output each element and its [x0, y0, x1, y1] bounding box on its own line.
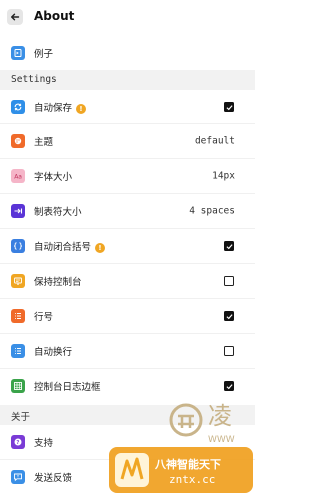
checkmark-icon	[225, 383, 233, 389]
brackets-icon	[11, 239, 25, 253]
sync-icon	[11, 100, 25, 114]
list-item-label: 例子	[34, 49, 54, 60]
line-numbers-checkbox[interactable]	[224, 311, 234, 321]
word-wrap-checkbox[interactable]	[224, 346, 234, 356]
setting-line-numbers[interactable]: 行号	[0, 299, 255, 333]
tab-icon	[11, 204, 25, 218]
about-label: 发送反馈	[34, 473, 73, 484]
tab-size-value[interactable]: 4 spaces	[189, 206, 235, 217]
back-button[interactable]	[7, 9, 23, 25]
setting-autosave[interactable]: 自动保存!	[0, 90, 255, 124]
setting-theme[interactable]: 主题 default	[0, 124, 255, 158]
about-label: 支持	[34, 438, 54, 449]
font-size-value[interactable]: 14px	[212, 171, 235, 182]
theme-value[interactable]: default	[195, 136, 235, 147]
watermark-logo	[115, 453, 149, 487]
palette-icon	[11, 134, 25, 148]
font-size-icon: Aa	[11, 169, 25, 183]
setting-word-wrap[interactable]: 自动换行	[0, 334, 255, 368]
app-header: About	[0, 0, 255, 34]
feedback-icon	[11, 470, 25, 484]
info-icon[interactable]: !	[95, 242, 106, 253]
svg-text:WWW: WWW	[208, 435, 235, 445]
section-title: Settings	[11, 74, 57, 85]
watermark-seal: 凌 WWW	[168, 394, 240, 446]
svg-text:?: ?	[16, 440, 19, 446]
help-icon: ?	[11, 435, 25, 449]
setting-tab-size[interactable]: 制表符大小 4 spaces	[0, 194, 255, 228]
setting-label: 保持控制台	[34, 277, 82, 288]
log-border-icon	[11, 379, 25, 393]
info-icon[interactable]: !	[76, 103, 87, 114]
code-file-icon	[11, 46, 25, 60]
svg-text:Aa: Aa	[14, 174, 22, 181]
setting-auto-close-brackets[interactable]: 自动闭合括号!	[0, 229, 255, 263]
checkmark-icon	[225, 243, 233, 249]
checkmark-icon	[225, 104, 233, 110]
setting-keep-console[interactable]: 保持控制台	[0, 264, 255, 298]
svg-text:凌: 凌	[208, 402, 232, 430]
watermark-badge: 八神智能天下 zntx.cc	[109, 447, 253, 493]
line-numbers-icon	[11, 309, 25, 323]
wrap-icon	[11, 344, 25, 358]
setting-label: 自动保存!	[34, 100, 87, 114]
setting-label: 控制台日志边框	[34, 382, 101, 393]
setting-label: 自动闭合括号!	[34, 239, 106, 253]
keep-console-checkbox[interactable]	[224, 276, 234, 286]
checkmark-icon	[225, 313, 233, 319]
setting-label: 字体大小	[34, 172, 73, 183]
setting-label: 主题	[34, 137, 54, 148]
setting-label: 制表符大小	[34, 207, 82, 218]
section-title: 关于	[11, 412, 31, 423]
setting-font-size[interactable]: Aa 字体大小 14px	[0, 159, 255, 193]
autosave-checkbox[interactable]	[224, 102, 234, 112]
console-log-border-checkbox[interactable]	[224, 381, 234, 391]
arrow-left-icon	[11, 13, 20, 21]
section-header-settings: Settings	[0, 70, 255, 90]
auto-close-brackets-checkbox[interactable]	[224, 241, 234, 251]
watermark-brand: 八神智能天下	[155, 458, 221, 471]
setting-label: 行号	[34, 312, 54, 323]
setting-label: 自动换行	[34, 347, 73, 358]
watermark-domain: zntx.cc	[169, 473, 216, 486]
list-item-example[interactable]: 例子	[0, 36, 255, 70]
console-icon	[11, 274, 25, 288]
page-title: About	[34, 9, 75, 23]
